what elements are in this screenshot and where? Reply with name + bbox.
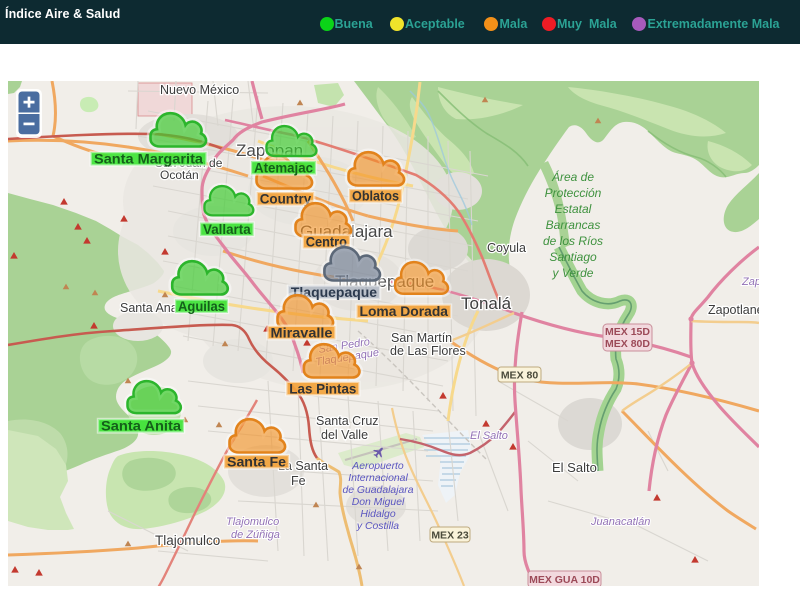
- svg-text:Juanacatlán: Juanacatlán: [590, 516, 650, 528]
- svg-text:Estatal: Estatal: [555, 202, 592, 216]
- svg-text:El Salto: El Salto: [470, 430, 508, 442]
- svg-text:Santa Margarita: Santa Margarita: [94, 151, 203, 167]
- svg-text:Ocotán: Ocotán: [160, 168, 199, 182]
- svg-text:Santa Fe: Santa Fe: [227, 454, 286, 470]
- svg-text:Barrancas: Barrancas: [546, 218, 601, 232]
- svg-text:Atemajac: Atemajac: [254, 160, 313, 176]
- svg-text:Área de: Área de: [551, 169, 594, 184]
- svg-text:Oblatos: Oblatos: [352, 188, 399, 204]
- svg-text:Fe: Fe: [291, 474, 306, 488]
- svg-text:Coyula: Coyula: [487, 241, 526, 255]
- svg-text:Internacional: Internacional: [348, 473, 408, 484]
- svg-text:Santa Anita: Santa Anita: [101, 418, 181, 434]
- svg-text:MEX 80D: MEX 80D: [605, 338, 650, 350]
- svg-text:Zapo: Zapo: [741, 276, 759, 288]
- svg-text:y Costilla: y Costilla: [356, 521, 399, 532]
- svg-text:del Valle: del Valle: [321, 428, 368, 442]
- svg-text:MEX GUA 10D: MEX GUA 10D: [529, 574, 600, 586]
- svg-text:Santa Cruz: Santa Cruz: [316, 414, 379, 428]
- svg-text:El Salto: El Salto: [552, 460, 597, 475]
- svg-text:Santiago: Santiago: [549, 250, 597, 264]
- svg-text:y Verde: y Verde: [552, 266, 594, 280]
- svg-text:Loma Dorada: Loma Dorada: [360, 303, 449, 319]
- svg-text:Don Miguel: Don Miguel: [352, 497, 405, 508]
- svg-text:Nuevo México: Nuevo México: [160, 83, 239, 97]
- svg-text:San Martín: San Martín: [391, 331, 452, 345]
- svg-text:de Zúñiga: de Zúñiga: [231, 529, 280, 541]
- svg-text:Miravalle: Miravalle: [271, 324, 333, 340]
- svg-text:Aguilas: Aguilas: [178, 298, 225, 314]
- svg-text:MEX 80: MEX 80: [501, 370, 539, 382]
- svg-text:Tonalá: Tonalá: [461, 294, 512, 313]
- svg-text:Aeropuerto: Aeropuerto: [351, 461, 404, 472]
- svg-text:Zapotlane: Zapotlane: [708, 303, 759, 317]
- svg-text:de Las Flores: de Las Flores: [390, 344, 466, 358]
- svg-text:Hidalgo: Hidalgo: [360, 509, 395, 520]
- svg-text:Tlajomulco: Tlajomulco: [226, 516, 279, 528]
- svg-text:Tlajomulco: Tlajomulco: [155, 533, 220, 548]
- svg-text:Protección: Protección: [545, 186, 602, 200]
- svg-text:MEX 15D: MEX 15D: [605, 326, 650, 338]
- svg-text:Santa Ana: Santa Ana: [120, 301, 178, 315]
- svg-text:Vallarta: Vallarta: [203, 221, 251, 237]
- svg-text:MEX 23: MEX 23: [431, 530, 469, 542]
- svg-text:de los Ríos: de los Ríos: [543, 234, 603, 248]
- svg-text:Las Pintas: Las Pintas: [289, 380, 356, 396]
- svg-text:de Guadalajara: de Guadalajara: [342, 485, 413, 496]
